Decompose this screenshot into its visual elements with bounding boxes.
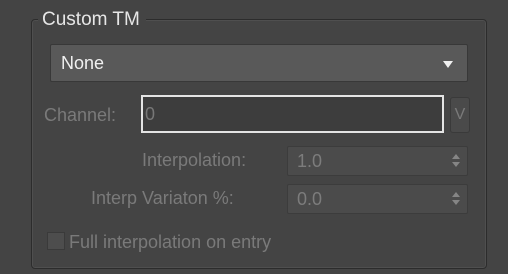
interpolation-value: 1.0 xyxy=(297,151,323,171)
spinner-up-icon[interactable] xyxy=(452,192,460,197)
custom-tm-panel: Custom TM None Channel: V Interpolation:… xyxy=(0,0,508,274)
spinner-arrows-icon[interactable] xyxy=(451,152,461,170)
interpolation-spinner[interactable]: 1.0 xyxy=(287,146,468,176)
spinner-arrows-icon[interactable] xyxy=(451,190,461,208)
interp-variation-label: Interp Variaton %: xyxy=(91,188,234,208)
channel-label: Channel: xyxy=(44,105,117,125)
channel-v-button[interactable]: V xyxy=(450,97,470,133)
full-interpolation-label: Full interpolation on entry xyxy=(69,232,272,252)
dropdown-selected-value: None xyxy=(61,53,105,73)
full-interpolation-checkbox[interactable] xyxy=(47,232,65,250)
dropdown-arrow-icon xyxy=(443,61,453,68)
spinner-down-icon[interactable] xyxy=(452,162,460,167)
interpolation-label: Interpolation: xyxy=(142,150,247,170)
spinner-up-icon[interactable] xyxy=(452,154,460,159)
interp-variation-spinner[interactable]: 0.0 xyxy=(287,184,468,214)
spinner-down-icon[interactable] xyxy=(452,200,460,205)
channel-input[interactable] xyxy=(141,95,444,133)
custom-tm-dropdown[interactable]: None xyxy=(50,44,468,82)
interp-variation-value: 0.0 xyxy=(297,189,323,209)
group-title: Custom TM xyxy=(38,7,146,33)
